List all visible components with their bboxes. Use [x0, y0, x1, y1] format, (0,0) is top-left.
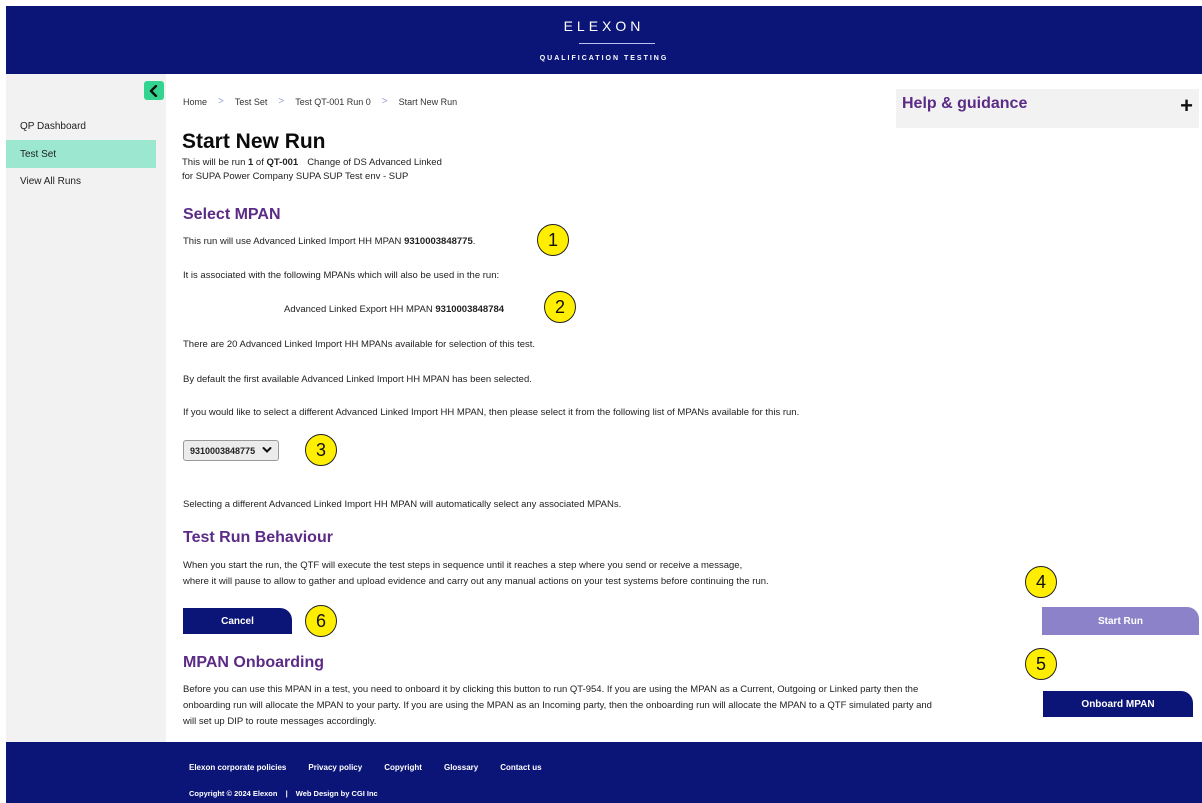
copyright-text: Copyright © 2024 Elexon	[189, 789, 278, 798]
mpan-export-label: Advanced Linked Export HH MPAN	[284, 304, 436, 315]
mpan-select-dropdown[interactable]: 9310003848775	[183, 440, 279, 461]
plus-icon[interactable]: +	[1180, 93, 1193, 119]
help-guidance-panel[interactable]: Help & guidance +	[896, 89, 1199, 128]
behaviour-text-2: where it will pause to allow to gather a…	[183, 576, 769, 587]
mpan-onboarding-heading: MPAN Onboarding	[183, 654, 325, 671]
footer-separator: |	[285, 789, 288, 798]
breadcrumb-test-run[interactable]: Test QT-001 Run 0	[295, 97, 371, 107]
onboarding-text-3: will set up DIP to route messages accord…	[183, 716, 377, 727]
breadcrumb-current: Start New Run	[398, 96, 458, 107]
test-run-behaviour-heading: Test Run Behaviour	[183, 529, 333, 546]
callout-marker: 5	[1025, 648, 1057, 680]
chevron-right-icon: >	[218, 96, 224, 107]
chevron-right-icon: >	[278, 96, 285, 107]
footer-link-copyright[interactable]: Copyright	[384, 763, 422, 772]
onboarding-text-1: Before you can use this MPAN in a test, …	[183, 684, 919, 695]
web-design-credit[interactable]: Web Design by CGI Inc	[296, 789, 378, 798]
sidebar-collapse-button[interactable]	[144, 81, 164, 100]
breadcrumb: Home > Test Set > Test QT-001 Run 0 > St…	[183, 96, 457, 107]
mpan-export-text: Advanced Linked Export HH MPAN 931000384…	[284, 304, 504, 315]
run-info-mid: of	[253, 157, 267, 168]
brand-logo[interactable]: ELEXON	[6, 18, 1202, 34]
mpan-use-label: This run will use Advanced Linked Import…	[183, 236, 405, 247]
footer-link-contact[interactable]: Contact us	[500, 763, 541, 772]
onboarding-text-2: onboarding run will allocate the MPAN to…	[183, 700, 932, 711]
callout-marker: 3	[305, 434, 337, 466]
chevron-right-icon: >	[381, 96, 388, 107]
chevron-down-icon	[262, 447, 272, 453]
page-title: Start New Run	[182, 130, 326, 153]
mpan-use-text: This run will use Advanced Linked Import…	[183, 236, 476, 247]
breadcrumb-test-set[interactable]: Test Set	[235, 97, 268, 107]
top-header: ELEXON QUALIFICATION TESTING	[6, 6, 1202, 74]
footer-copyright: Copyright © 2024 Elexon | Web Design by …	[189, 789, 378, 798]
mpan-use-value: 9310003848775	[404, 236, 473, 247]
sidebar-item-qp-dashboard[interactable]: QP Dashboard	[6, 112, 156, 140]
cancel-button[interactable]: Cancel	[183, 608, 292, 634]
sidebar-item-label: QP Dashboard	[20, 120, 86, 132]
callout-marker: 6	[305, 605, 337, 637]
sidebar-item-test-set[interactable]: Test Set	[6, 140, 156, 168]
logo-divider	[579, 43, 655, 44]
test-name: Change of DS Advanced Linked	[307, 157, 442, 168]
mpan-export-value: 9310003848784	[435, 304, 505, 315]
callout-marker: 4	[1025, 566, 1057, 598]
help-guidance-title: Help & guidance	[902, 95, 1028, 112]
mpan-default-text: By default the first available Advanced …	[183, 374, 532, 385]
onboard-mpan-button[interactable]: Onboard MPAN	[1043, 691, 1193, 717]
start-run-button[interactable]: Start Run	[1042, 607, 1199, 635]
mpan-auto-select-text: Selecting a different Advanced Linked Im…	[183, 499, 622, 510]
party-line: for SUPA Power Company SUPA SUP Test env…	[182, 171, 409, 182]
chevron-left-icon	[149, 84, 158, 97]
brand-subtitle: QUALIFICATION TESTING	[539, 55, 669, 62]
select-mpan-heading: Select MPAN	[183, 206, 281, 223]
sidebar-item-label: Test Set	[20, 148, 57, 160]
behaviour-text-1: When you start the run, the QTF will exe…	[183, 560, 743, 571]
mpan-select-value: 9310003848775	[190, 445, 256, 456]
run-info-prefix: This will be run	[182, 157, 248, 168]
footer-link-policies[interactable]: Elexon corporate policies	[189, 763, 286, 772]
sidebar-item-label: View All Runs	[20, 175, 81, 187]
mpan-available-text: There are 20 Advanced Linked Import HH M…	[183, 339, 536, 350]
footer-link-glossary[interactable]: Glossary	[444, 763, 478, 772]
footer-link-privacy[interactable]: Privacy policy	[308, 763, 362, 772]
mpan-instruction-text: If you would like to select a different …	[183, 407, 800, 418]
footer	[6, 742, 1202, 803]
sidebar-item-view-all-runs[interactable]: View All Runs	[6, 167, 156, 195]
run-info-line: This will be run 1 of QT-001 Change of DS…	[182, 157, 442, 168]
callout-marker: 2	[544, 291, 576, 323]
callout-marker: 1	[537, 224, 569, 256]
footer-links: Elexon corporate policies Privacy policy…	[189, 763, 542, 772]
mpan-assoc-text: It is associated with the following MPAN…	[183, 270, 500, 281]
breadcrumb-home[interactable]: Home	[183, 97, 207, 107]
test-id: QT-001	[266, 157, 299, 168]
